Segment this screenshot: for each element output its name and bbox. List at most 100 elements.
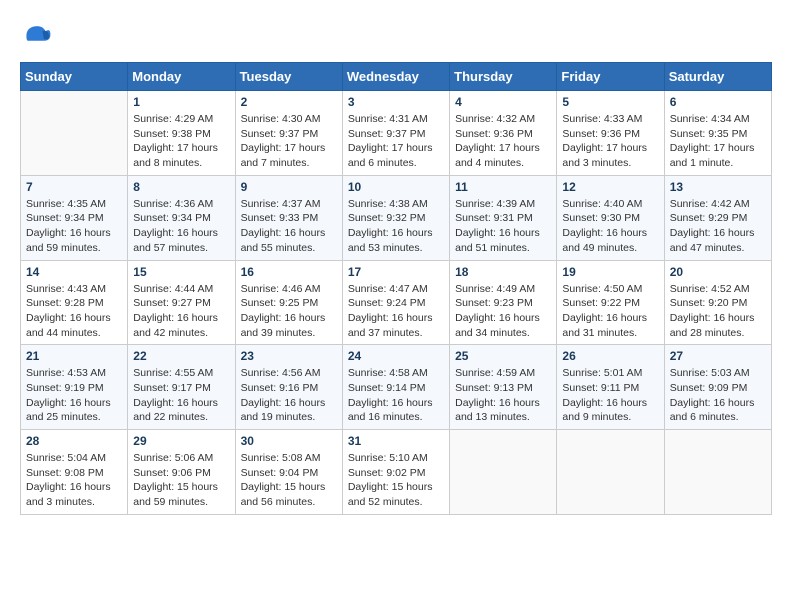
- day-info: Sunrise: 4:56 AM Sunset: 9:16 PM Dayligh…: [241, 366, 337, 425]
- page-header: [20, 20, 772, 52]
- calendar-cell: 16 Sunrise: 4:46 AM Sunset: 9:25 PM Dayli…: [235, 260, 342, 345]
- calendar-cell: 18 Sunrise: 4:49 AM Sunset: 9:23 PM Dayli…: [450, 260, 557, 345]
- day-number: 22: [133, 349, 229, 363]
- day-info: Sunrise: 4:53 AM Sunset: 9:19 PM Dayligh…: [26, 366, 122, 425]
- day-info: Sunrise: 4:49 AM Sunset: 9:23 PM Dayligh…: [455, 282, 551, 341]
- weekday-header-sunday: Sunday: [21, 63, 128, 91]
- weekday-header-tuesday: Tuesday: [235, 63, 342, 91]
- calendar-cell: 12 Sunrise: 4:40 AM Sunset: 9:30 PM Dayli…: [557, 175, 664, 260]
- day-info: Sunrise: 4:29 AM Sunset: 9:38 PM Dayligh…: [133, 112, 229, 171]
- day-number: 15: [133, 265, 229, 279]
- day-number: 13: [670, 180, 766, 194]
- day-number: 4: [455, 95, 551, 109]
- calendar-week-row: 21 Sunrise: 4:53 AM Sunset: 9:19 PM Dayli…: [21, 345, 772, 430]
- calendar-cell: 26 Sunrise: 5:01 AM Sunset: 9:11 PM Dayli…: [557, 345, 664, 430]
- calendar-cell: 9 Sunrise: 4:37 AM Sunset: 9:33 PM Daylig…: [235, 175, 342, 260]
- weekday-header-friday: Friday: [557, 63, 664, 91]
- day-info: Sunrise: 4:32 AM Sunset: 9:36 PM Dayligh…: [455, 112, 551, 171]
- calendar-cell: 19 Sunrise: 4:50 AM Sunset: 9:22 PM Dayli…: [557, 260, 664, 345]
- day-info: Sunrise: 4:40 AM Sunset: 9:30 PM Dayligh…: [562, 197, 658, 256]
- calendar-cell: 2 Sunrise: 4:30 AM Sunset: 9:37 PM Daylig…: [235, 91, 342, 176]
- day-number: 12: [562, 180, 658, 194]
- day-info: Sunrise: 4:37 AM Sunset: 9:33 PM Dayligh…: [241, 197, 337, 256]
- calendar-cell: 21 Sunrise: 4:53 AM Sunset: 9:19 PM Dayli…: [21, 345, 128, 430]
- day-info: Sunrise: 5:10 AM Sunset: 9:02 PM Dayligh…: [348, 451, 444, 510]
- calendar-cell: 17 Sunrise: 4:47 AM Sunset: 9:24 PM Dayli…: [342, 260, 449, 345]
- calendar-cell: 29 Sunrise: 5:06 AM Sunset: 9:06 PM Dayli…: [128, 430, 235, 515]
- day-info: Sunrise: 4:47 AM Sunset: 9:24 PM Dayligh…: [348, 282, 444, 341]
- calendar-week-row: 14Sunrise: 4:43 AM Sunset: 9:28 PM Dayli…: [21, 260, 772, 345]
- day-number: 30: [241, 434, 337, 448]
- day-number: 20: [670, 265, 766, 279]
- day-info: Sunrise: 4:44 AM Sunset: 9:27 PM Dayligh…: [133, 282, 229, 341]
- day-number: 9: [241, 180, 337, 194]
- calendar-cell: 20 Sunrise: 4:52 AM Sunset: 9:20 PM Dayli…: [664, 260, 771, 345]
- calendar-cell: 22 Sunrise: 4:55 AM Sunset: 9:17 PM Dayli…: [128, 345, 235, 430]
- day-info: Sunrise: 5:01 AM Sunset: 9:11 PM Dayligh…: [562, 366, 658, 425]
- day-info: Sunrise: 5:03 AM Sunset: 9:09 PM Dayligh…: [670, 366, 766, 425]
- day-number: 19: [562, 265, 658, 279]
- day-info: Sunrise: 4:43 AM Sunset: 9:28 PM Dayligh…: [26, 282, 122, 341]
- day-info: Sunrise: 4:59 AM Sunset: 9:13 PM Dayligh…: [455, 366, 551, 425]
- day-info: Sunrise: 5:06 AM Sunset: 9:06 PM Dayligh…: [133, 451, 229, 510]
- day-info: Sunrise: 4:50 AM Sunset: 9:22 PM Dayligh…: [562, 282, 658, 341]
- calendar-cell: 5Sunrise: 4:33 AM Sunset: 9:36 PM Daylig…: [557, 91, 664, 176]
- day-number: 2: [241, 95, 337, 109]
- day-info: Sunrise: 4:34 AM Sunset: 9:35 PM Dayligh…: [670, 112, 766, 171]
- day-info: Sunrise: 4:52 AM Sunset: 9:20 PM Dayligh…: [670, 282, 766, 341]
- calendar-cell: 14Sunrise: 4:43 AM Sunset: 9:28 PM Dayli…: [21, 260, 128, 345]
- day-number: 28: [26, 434, 122, 448]
- day-info: Sunrise: 4:58 AM Sunset: 9:14 PM Dayligh…: [348, 366, 444, 425]
- logo-icon: [20, 20, 52, 52]
- day-info: Sunrise: 4:36 AM Sunset: 9:34 PM Dayligh…: [133, 197, 229, 256]
- calendar-cell: [450, 430, 557, 515]
- day-info: Sunrise: 5:04 AM Sunset: 9:08 PM Dayligh…: [26, 451, 122, 510]
- day-info: Sunrise: 4:33 AM Sunset: 9:36 PM Dayligh…: [562, 112, 658, 171]
- calendar-week-row: 1 Sunrise: 4:29 AM Sunset: 9:38 PM Daylig…: [21, 91, 772, 176]
- weekday-header-wednesday: Wednesday: [342, 63, 449, 91]
- day-info: Sunrise: 4:31 AM Sunset: 9:37 PM Dayligh…: [348, 112, 444, 171]
- day-number: 7: [26, 180, 122, 194]
- calendar-cell: 23 Sunrise: 4:56 AM Sunset: 9:16 PM Dayli…: [235, 345, 342, 430]
- day-number: 1: [133, 95, 229, 109]
- calendar-cell: 4 Sunrise: 4:32 AM Sunset: 9:36 PM Daylig…: [450, 91, 557, 176]
- calendar-cell: 7Sunrise: 4:35 AM Sunset: 9:34 PM Daylig…: [21, 175, 128, 260]
- day-number: 23: [241, 349, 337, 363]
- day-number: 27: [670, 349, 766, 363]
- day-info: Sunrise: 4:38 AM Sunset: 9:32 PM Dayligh…: [348, 197, 444, 256]
- calendar-cell: [557, 430, 664, 515]
- day-number: 29: [133, 434, 229, 448]
- day-number: 21: [26, 349, 122, 363]
- calendar-week-row: 28 Sunrise: 5:04 AM Sunset: 9:08 PM Dayli…: [21, 430, 772, 515]
- day-number: 11: [455, 180, 551, 194]
- calendar-cell: 1 Sunrise: 4:29 AM Sunset: 9:38 PM Daylig…: [128, 91, 235, 176]
- calendar-week-row: 7Sunrise: 4:35 AM Sunset: 9:34 PM Daylig…: [21, 175, 772, 260]
- calendar-cell: 31Sunrise: 5:10 AM Sunset: 9:02 PM Dayli…: [342, 430, 449, 515]
- day-number: 8: [133, 180, 229, 194]
- day-number: 26: [562, 349, 658, 363]
- day-info: Sunrise: 4:30 AM Sunset: 9:37 PM Dayligh…: [241, 112, 337, 171]
- calendar-cell: [664, 430, 771, 515]
- day-number: 18: [455, 265, 551, 279]
- calendar-cell: 28 Sunrise: 5:04 AM Sunset: 9:08 PM Dayli…: [21, 430, 128, 515]
- day-info: Sunrise: 4:46 AM Sunset: 9:25 PM Dayligh…: [241, 282, 337, 341]
- day-info: Sunrise: 5:08 AM Sunset: 9:04 PM Dayligh…: [241, 451, 337, 510]
- day-info: Sunrise: 4:39 AM Sunset: 9:31 PM Dayligh…: [455, 197, 551, 256]
- day-number: 3: [348, 95, 444, 109]
- calendar-cell: 11 Sunrise: 4:39 AM Sunset: 9:31 PM Dayli…: [450, 175, 557, 260]
- logo: [20, 20, 58, 52]
- calendar-cell: 8 Sunrise: 4:36 AM Sunset: 9:34 PM Daylig…: [128, 175, 235, 260]
- calendar-cell: 3 Sunrise: 4:31 AM Sunset: 9:37 PM Daylig…: [342, 91, 449, 176]
- day-number: 24: [348, 349, 444, 363]
- day-info: Sunrise: 4:55 AM Sunset: 9:17 PM Dayligh…: [133, 366, 229, 425]
- day-number: 10: [348, 180, 444, 194]
- calendar-cell: 24 Sunrise: 4:58 AM Sunset: 9:14 PM Dayli…: [342, 345, 449, 430]
- calendar-cell: 13Sunrise: 4:42 AM Sunset: 9:29 PM Dayli…: [664, 175, 771, 260]
- day-number: 17: [348, 265, 444, 279]
- calendar-cell: 25 Sunrise: 4:59 AM Sunset: 9:13 PM Dayli…: [450, 345, 557, 430]
- day-number: 25: [455, 349, 551, 363]
- calendar-cell: 30 Sunrise: 5:08 AM Sunset: 9:04 PM Dayli…: [235, 430, 342, 515]
- weekday-header-thursday: Thursday: [450, 63, 557, 91]
- day-number: 16: [241, 265, 337, 279]
- day-number: 6: [670, 95, 766, 109]
